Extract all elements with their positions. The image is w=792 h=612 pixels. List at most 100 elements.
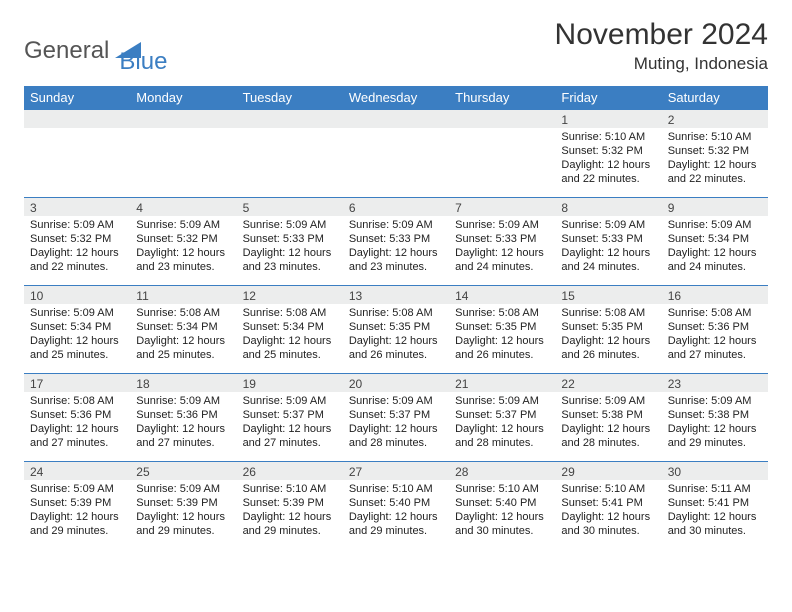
calendar-cell: 5Sunrise: 5:09 AMSunset: 5:33 PMDaylight… xyxy=(237,198,343,286)
calendar-cell: 20Sunrise: 5:09 AMSunset: 5:37 PMDayligh… xyxy=(343,374,449,462)
day-number: 24 xyxy=(24,462,130,480)
day-number: 28 xyxy=(449,462,555,480)
day-details: Sunrise: 5:08 AMSunset: 5:35 PMDaylight:… xyxy=(449,304,555,366)
calendar-table: SundayMondayTuesdayWednesdayThursdayFrid… xyxy=(24,86,768,550)
day-number: 1 xyxy=(555,110,661,128)
day-number: 20 xyxy=(343,374,449,392)
weekday-header: Tuesday xyxy=(237,86,343,110)
calendar-cell: 22Sunrise: 5:09 AMSunset: 5:38 PMDayligh… xyxy=(555,374,661,462)
day-number xyxy=(24,110,130,128)
day-number xyxy=(237,110,343,128)
calendar-cell xyxy=(449,110,555,198)
weekday-header: Saturday xyxy=(662,86,768,110)
header: General Blue November 2024 Muting, Indon… xyxy=(24,18,768,76)
day-number: 6 xyxy=(343,198,449,216)
weekday-header: Sunday xyxy=(24,86,130,110)
weekday-header: Friday xyxy=(555,86,661,110)
calendar-body: 1Sunrise: 5:10 AMSunset: 5:32 PMDaylight… xyxy=(24,110,768,550)
day-details: Sunrise: 5:08 AMSunset: 5:34 PMDaylight:… xyxy=(237,304,343,366)
day-number: 25 xyxy=(130,462,236,480)
day-number: 16 xyxy=(662,286,768,304)
day-number: 5 xyxy=(237,198,343,216)
calendar-cell: 27Sunrise: 5:10 AMSunset: 5:40 PMDayligh… xyxy=(343,462,449,550)
day-details: Sunrise: 5:09 AMSunset: 5:37 PMDaylight:… xyxy=(237,392,343,454)
page-title: November 2024 xyxy=(555,18,768,52)
table-row: 24Sunrise: 5:09 AMSunset: 5:39 PMDayligh… xyxy=(24,462,768,550)
calendar-cell: 7Sunrise: 5:09 AMSunset: 5:33 PMDaylight… xyxy=(449,198,555,286)
day-details: Sunrise: 5:10 AMSunset: 5:32 PMDaylight:… xyxy=(662,128,768,190)
calendar-cell: 16Sunrise: 5:08 AMSunset: 5:36 PMDayligh… xyxy=(662,286,768,374)
day-details: Sunrise: 5:08 AMSunset: 5:36 PMDaylight:… xyxy=(24,392,130,454)
calendar-cell: 4Sunrise: 5:09 AMSunset: 5:32 PMDaylight… xyxy=(130,198,236,286)
calendar-cell: 24Sunrise: 5:09 AMSunset: 5:39 PMDayligh… xyxy=(24,462,130,550)
calendar-cell: 28Sunrise: 5:10 AMSunset: 5:40 PMDayligh… xyxy=(449,462,555,550)
day-number: 18 xyxy=(130,374,236,392)
day-number: 4 xyxy=(130,198,236,216)
table-row: 17Sunrise: 5:08 AMSunset: 5:36 PMDayligh… xyxy=(24,374,768,462)
day-number: 10 xyxy=(24,286,130,304)
weekday-header: Thursday xyxy=(449,86,555,110)
calendar-cell: 1Sunrise: 5:10 AMSunset: 5:32 PMDaylight… xyxy=(555,110,661,198)
day-number: 23 xyxy=(662,374,768,392)
day-number: 11 xyxy=(130,286,236,304)
table-row: 10Sunrise: 5:09 AMSunset: 5:34 PMDayligh… xyxy=(24,286,768,374)
calendar-cell: 13Sunrise: 5:08 AMSunset: 5:35 PMDayligh… xyxy=(343,286,449,374)
day-number: 13 xyxy=(343,286,449,304)
brand-logo: General Blue xyxy=(24,18,167,76)
calendar-cell: 14Sunrise: 5:08 AMSunset: 5:35 PMDayligh… xyxy=(449,286,555,374)
day-number: 9 xyxy=(662,198,768,216)
day-number: 15 xyxy=(555,286,661,304)
calendar-cell: 19Sunrise: 5:09 AMSunset: 5:37 PMDayligh… xyxy=(237,374,343,462)
day-details: Sunrise: 5:11 AMSunset: 5:41 PMDaylight:… xyxy=(662,480,768,542)
weekday-header: Wednesday xyxy=(343,86,449,110)
day-details: Sunrise: 5:09 AMSunset: 5:34 PMDaylight:… xyxy=(662,216,768,278)
day-number: 8 xyxy=(555,198,661,216)
calendar-cell: 26Sunrise: 5:10 AMSunset: 5:39 PMDayligh… xyxy=(237,462,343,550)
day-number xyxy=(343,110,449,128)
calendar-cell: 29Sunrise: 5:10 AMSunset: 5:41 PMDayligh… xyxy=(555,462,661,550)
day-number: 2 xyxy=(662,110,768,128)
weekday-header-row: SundayMondayTuesdayWednesdayThursdayFrid… xyxy=(24,86,768,110)
day-details: Sunrise: 5:08 AMSunset: 5:35 PMDaylight:… xyxy=(555,304,661,366)
calendar-cell: 21Sunrise: 5:09 AMSunset: 5:37 PMDayligh… xyxy=(449,374,555,462)
day-number: 12 xyxy=(237,286,343,304)
day-number xyxy=(130,110,236,128)
day-details: Sunrise: 5:09 AMSunset: 5:37 PMDaylight:… xyxy=(343,392,449,454)
day-details: Sunrise: 5:09 AMSunset: 5:39 PMDaylight:… xyxy=(130,480,236,542)
day-details: Sunrise: 5:10 AMSunset: 5:41 PMDaylight:… xyxy=(555,480,661,542)
day-number: 29 xyxy=(555,462,661,480)
calendar-cell: 23Sunrise: 5:09 AMSunset: 5:38 PMDayligh… xyxy=(662,374,768,462)
day-number: 14 xyxy=(449,286,555,304)
weekday-header: Monday xyxy=(130,86,236,110)
day-details: Sunrise: 5:09 AMSunset: 5:33 PMDaylight:… xyxy=(237,216,343,278)
day-number: 26 xyxy=(237,462,343,480)
day-details: Sunrise: 5:10 AMSunset: 5:32 PMDaylight:… xyxy=(555,128,661,190)
day-details: Sunrise: 5:09 AMSunset: 5:37 PMDaylight:… xyxy=(449,392,555,454)
day-number: 7 xyxy=(449,198,555,216)
day-details: Sunrise: 5:09 AMSunset: 5:36 PMDaylight:… xyxy=(130,392,236,454)
day-details: Sunrise: 5:09 AMSunset: 5:32 PMDaylight:… xyxy=(24,216,130,278)
day-details: Sunrise: 5:10 AMSunset: 5:40 PMDaylight:… xyxy=(343,480,449,542)
calendar-cell: 18Sunrise: 5:09 AMSunset: 5:36 PMDayligh… xyxy=(130,374,236,462)
day-details: Sunrise: 5:08 AMSunset: 5:34 PMDaylight:… xyxy=(130,304,236,366)
day-details: Sunrise: 5:09 AMSunset: 5:38 PMDaylight:… xyxy=(662,392,768,454)
day-number: 17 xyxy=(24,374,130,392)
day-number: 19 xyxy=(237,374,343,392)
calendar-cell xyxy=(130,110,236,198)
calendar-cell: 12Sunrise: 5:08 AMSunset: 5:34 PMDayligh… xyxy=(237,286,343,374)
day-number: 3 xyxy=(24,198,130,216)
day-details: Sunrise: 5:09 AMSunset: 5:33 PMDaylight:… xyxy=(555,216,661,278)
day-number: 21 xyxy=(449,374,555,392)
calendar-cell xyxy=(24,110,130,198)
day-number: 22 xyxy=(555,374,661,392)
day-number: 27 xyxy=(343,462,449,480)
brand-text-1: General xyxy=(24,37,109,65)
calendar-cell: 30Sunrise: 5:11 AMSunset: 5:41 PMDayligh… xyxy=(662,462,768,550)
calendar-cell xyxy=(343,110,449,198)
day-details: Sunrise: 5:09 AMSunset: 5:33 PMDaylight:… xyxy=(449,216,555,278)
calendar-cell: 6Sunrise: 5:09 AMSunset: 5:33 PMDaylight… xyxy=(343,198,449,286)
calendar-cell: 10Sunrise: 5:09 AMSunset: 5:34 PMDayligh… xyxy=(24,286,130,374)
calendar-cell: 3Sunrise: 5:09 AMSunset: 5:32 PMDaylight… xyxy=(24,198,130,286)
calendar-cell: 11Sunrise: 5:08 AMSunset: 5:34 PMDayligh… xyxy=(130,286,236,374)
calendar-cell: 8Sunrise: 5:09 AMSunset: 5:33 PMDaylight… xyxy=(555,198,661,286)
